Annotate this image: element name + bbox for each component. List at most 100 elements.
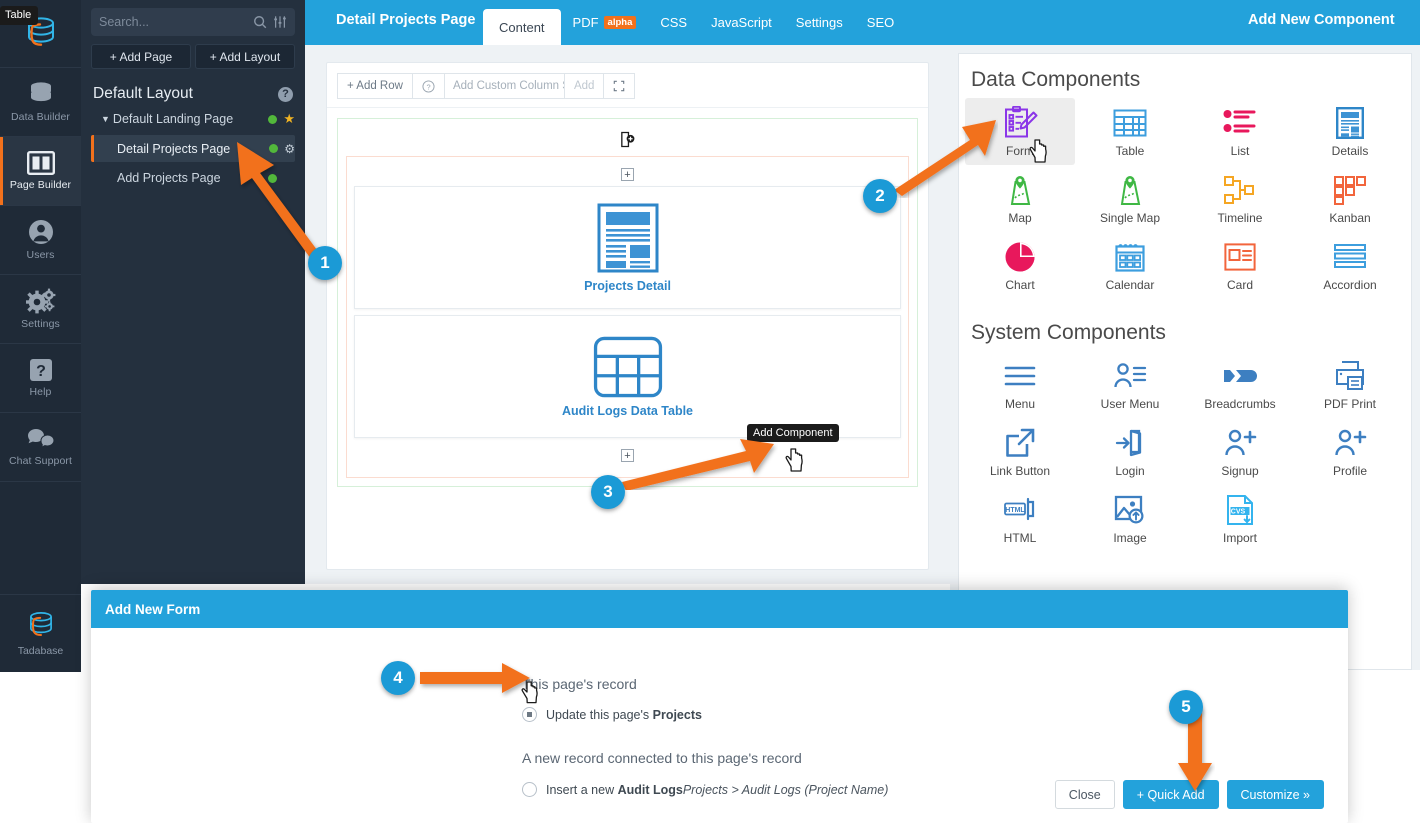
component-option-card[interactable]: Card xyxy=(1185,232,1295,299)
add-row-button[interactable]: + Add Row xyxy=(337,73,413,99)
option-label: Update this page's Projects xyxy=(546,708,702,722)
icon-wrap xyxy=(1336,105,1364,141)
component-option-kanban[interactable]: Kanban xyxy=(1295,165,1405,232)
component-audit-logs-data-table[interactable]: Audit Logs Data Table xyxy=(354,315,901,438)
icon-wrap xyxy=(1333,425,1367,461)
sidebar-item-chat-support[interactable]: Chat Support xyxy=(0,413,81,482)
icon-wrap xyxy=(1113,105,1147,141)
component-option-accordion[interactable]: Accordion xyxy=(1295,232,1405,299)
radio-update-projects[interactable] xyxy=(522,707,537,722)
close-button[interactable]: Close xyxy=(1054,780,1115,809)
option-prefix: Update this page's xyxy=(546,707,653,722)
layout-title: Default Layout xyxy=(93,85,193,102)
tab-seo[interactable]: SEO xyxy=(855,0,906,45)
tree-node-add-projects-page[interactable]: Add Projects Page xyxy=(91,165,295,191)
chevron-down-icon[interactable]: ▼ xyxy=(101,114,110,124)
tree-node-detail-projects-page[interactable]: Detail Projects Page ⚙ xyxy=(91,135,295,162)
component-option-label: List xyxy=(1230,144,1250,158)
icon-wrap xyxy=(1114,492,1146,528)
modal-header: Add New Form xyxy=(91,590,1348,628)
star-icon[interactable]: ★ xyxy=(283,111,295,127)
component-projects-detail[interactable]: Projects Detail xyxy=(354,186,901,309)
component-option-single-map[interactable]: Single Map xyxy=(1075,165,1185,232)
option-insert-new-audit-logs[interactable]: Insert a new Audit LogsProjects > Audit … xyxy=(522,782,888,797)
component-option-signup[interactable]: Signup xyxy=(1185,418,1295,485)
callout-2: 2 xyxy=(863,179,897,213)
tab-pdf[interactable]: PDF alpha xyxy=(561,0,649,45)
sidebar-item-page-builder[interactable]: Page Builder xyxy=(0,137,81,206)
accordion-icon xyxy=(1334,244,1366,268)
option-bold: Audit Logs xyxy=(617,782,683,797)
sidebar-item-users[interactable]: Users xyxy=(0,206,81,275)
add-column-button[interactable]: Add xyxy=(563,73,605,99)
expand-button[interactable] xyxy=(603,73,636,99)
component-option-calendar[interactable]: Calendar xyxy=(1075,232,1185,299)
sidebar-item-data-builder[interactable]: Data Builder xyxy=(0,68,81,137)
sidebar-label: Chat Support xyxy=(8,455,73,467)
component-option-menu[interactable]: Menu xyxy=(965,351,1075,418)
tab-css[interactable]: CSS xyxy=(648,0,699,45)
add-component-button-top[interactable]: + xyxy=(621,168,634,181)
component-label: Audit Logs Data Table xyxy=(561,403,694,418)
icon-wrap xyxy=(1333,239,1367,275)
icon-wrap xyxy=(1005,425,1035,461)
component-option-label: Map xyxy=(1008,211,1032,225)
html-icon: HTML xyxy=(1004,497,1035,521)
add-page-button[interactable]: + Add Page xyxy=(91,44,191,69)
component-option-label: User Menu xyxy=(1100,397,1160,411)
filter-sliders-icon[interactable] xyxy=(273,15,287,29)
icon-wrap xyxy=(1333,172,1367,208)
component-option-chart[interactable]: Chart xyxy=(965,232,1075,299)
card-icon xyxy=(1224,243,1256,271)
sidebar-label: Users xyxy=(26,249,55,261)
table-tooltip: Table xyxy=(0,6,39,25)
option-italic: Projects > Audit Logs (Project Name) xyxy=(682,782,889,797)
custom-column-size-input[interactable]: Add Custom Column Size xyxy=(443,73,565,99)
quick-add-button[interactable]: + Quick Add xyxy=(1122,780,1219,809)
user-icon xyxy=(28,220,53,244)
customize-button[interactable]: Customize » xyxy=(1226,780,1324,809)
component-option-label: Timeline xyxy=(1217,211,1263,225)
component-option-pdf-print[interactable]: PDF Print xyxy=(1295,351,1405,418)
component-option-list[interactable]: List xyxy=(1185,98,1295,165)
component-option-timeline[interactable]: Timeline xyxy=(1185,165,1295,232)
tab-settings[interactable]: Settings xyxy=(784,0,855,45)
gear-icon[interactable]: ⚙ xyxy=(284,142,295,156)
tab-content[interactable]: Content xyxy=(483,9,561,45)
add-layout-button[interactable]: + Add Layout xyxy=(195,44,295,69)
modal-title: Add New Form xyxy=(105,601,201,617)
tadabase-logo-icon xyxy=(29,612,52,637)
component-option-image[interactable]: Image xyxy=(1075,485,1185,552)
component-option-user-menu[interactable]: User Menu xyxy=(1075,351,1185,418)
toolbar-divider xyxy=(327,107,928,108)
row-help-icon[interactable]: ? xyxy=(411,73,445,99)
help-icon[interactable]: ? xyxy=(278,86,293,102)
sidebar-item-tadabase[interactable]: Tadabase xyxy=(0,594,81,672)
component-option-details[interactable]: Details xyxy=(1295,98,1405,165)
page-add-icon[interactable] xyxy=(619,131,636,148)
component-option-link-button[interactable]: Link Button xyxy=(965,418,1075,485)
component-option-table[interactable]: Table xyxy=(1075,98,1185,165)
data-components-grid: Form Table List Details Map Single Map T… xyxy=(959,98,1411,299)
component-option-html[interactable]: HTML HTML xyxy=(965,485,1075,552)
search-input[interactable]: Search... xyxy=(91,8,295,36)
sidebar-item-settings[interactable]: Settings xyxy=(0,275,81,344)
component-option-map[interactable]: Map xyxy=(965,165,1075,232)
system-components-title: System Components xyxy=(971,321,1166,344)
search-icon[interactable] xyxy=(253,15,267,29)
component-option-label: Menu xyxy=(1004,397,1036,411)
component-option-form[interactable]: Form xyxy=(965,98,1075,165)
tab-javascript[interactable]: JavaScript xyxy=(699,0,784,45)
tree-node-default-landing-page[interactable]: ▼ Default Landing Page ★ xyxy=(91,106,295,132)
details-icon xyxy=(1336,107,1364,139)
component-option-breadcrumbs[interactable]: Breadcrumbs xyxy=(1185,351,1295,418)
component-option-label: Form xyxy=(1006,144,1034,158)
component-option-profile[interactable]: Profile xyxy=(1295,418,1405,485)
radio-insert-audit-logs[interactable] xyxy=(522,782,537,797)
component-option-import[interactable]: CVS Import xyxy=(1185,485,1295,552)
sidebar-item-help[interactable]: ? Help xyxy=(0,344,81,413)
component-option-login[interactable]: Login xyxy=(1075,418,1185,485)
add-component-button-bottom[interactable]: + xyxy=(621,449,634,462)
option-update-this-page[interactable]: Update this page's Projects xyxy=(522,707,702,722)
timeline-icon xyxy=(1224,176,1254,204)
